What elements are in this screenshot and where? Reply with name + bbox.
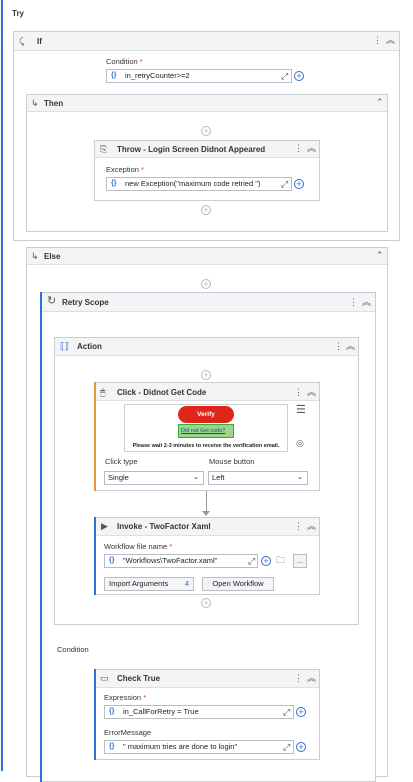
workflow-file-label: Workflow file name * <box>104 542 173 551</box>
expand-editor-icon[interactable]: ⤢ <box>248 556 255 566</box>
retry-scope-title: Retry Scope <box>62 298 109 307</box>
expression-field[interactable]: {} in_CallForRetry = True <box>104 705 294 719</box>
if-condition-label: Condition * <box>106 57 143 66</box>
then-label: Then <box>44 99 64 108</box>
click-type-select[interactable]: Single ⌄ <box>104 471 204 485</box>
collapse-icon[interactable]: ︽ <box>307 387 316 397</box>
add-variable-icon[interactable]: + <box>261 556 271 566</box>
expand-editor-icon[interactable]: ⤢ <box>283 742 290 752</box>
add-activity-icon[interactable]: + <box>201 370 211 380</box>
menu-icon[interactable]: ☰ <box>296 405 306 416</box>
check-true-guide <box>94 669 96 760</box>
retry-icon: ↻ <box>47 295 57 307</box>
invoke-title: Invoke - TwoFactor Xaml <box>117 522 211 531</box>
browse-more-button[interactable]: ... <box>293 554 307 568</box>
check-true-title: Check True <box>117 674 161 683</box>
error-message-label: ErrorMessage <box>104 728 152 737</box>
collapse-icon[interactable]: ︽ <box>346 341 355 351</box>
exception-label: Exception * <box>106 165 144 174</box>
throw-icon: ⎘ <box>100 144 108 154</box>
play-icon: ▶ <box>101 521 108 531</box>
more-options-icon[interactable]: ⋮ <box>294 143 303 153</box>
collapse-icon[interactable]: ︽ <box>386 35 395 45</box>
add-activity-icon[interactable]: + <box>201 126 211 136</box>
collapse-icon[interactable]: ︽ <box>362 297 371 307</box>
preview-caption: Please wait 2-3 minutes to receive the v… <box>132 443 280 449</box>
add-variable-icon[interactable]: + <box>296 707 306 717</box>
preview-link: Did not Get code? <box>181 428 226 434</box>
retry-scope-guide <box>40 292 42 782</box>
if-condition-field[interactable]: {} in_retryCounter>=2 <box>106 69 292 83</box>
try-guide-line <box>1 0 3 771</box>
more-options-icon[interactable]: ⋮ <box>373 35 382 45</box>
branch-arrow-icon: ↳ <box>31 251 39 261</box>
expand-editor-icon[interactable]: ⤢ <box>283 707 290 717</box>
target-icon[interactable]: ◎ <box>296 438 304 448</box>
add-variable-icon[interactable]: + <box>294 71 304 81</box>
add-variable-icon[interactable]: + <box>296 742 306 752</box>
mouse-click-icon: 🖱 <box>100 387 106 397</box>
more-options-icon[interactable]: ⋮ <box>349 297 358 307</box>
workflow-file-field[interactable]: {} "Workflows\TwoFactor.xaml" <box>104 554 258 568</box>
expression-icon: {} <box>111 180 117 187</box>
action-label: Action <box>77 342 102 351</box>
error-message-field[interactable]: {} " maximum tries are done to login" <box>104 740 294 754</box>
expression-icon: {} <box>109 708 115 715</box>
import-arguments-button[interactable]: Import Arguments 4 <box>104 577 194 591</box>
mouse-button-label: Mouse button <box>209 457 255 466</box>
branch-arrow-icon: ↳ <box>31 98 39 108</box>
more-options-icon[interactable]: ⋮ <box>294 387 303 397</box>
add-variable-icon[interactable]: + <box>294 179 304 189</box>
argument-count-badge: 4 <box>184 579 189 588</box>
chevron-up-icon[interactable]: ⌃ <box>376 97 384 107</box>
expression-icon: {} <box>109 743 115 750</box>
mouse-button-select[interactable]: Left ⌄ <box>208 471 308 485</box>
try-label: Try <box>12 9 25 18</box>
preview-verify-button: Verify <box>178 406 234 423</box>
flow-connector <box>206 491 207 513</box>
more-options-icon[interactable]: ⋮ <box>294 673 303 683</box>
folder-icon[interactable]: 🗀 <box>276 555 285 565</box>
more-options-icon[interactable]: ⋮ <box>294 521 303 531</box>
retry-condition-label: Condition <box>57 645 89 654</box>
invoke-guide <box>94 517 96 595</box>
arrow-down-icon <box>202 511 210 516</box>
else-label: Else <box>44 252 61 261</box>
add-activity-icon[interactable]: + <box>201 598 211 608</box>
check-box-icon: ▭ <box>100 673 109 683</box>
if-icon: ⤹ <box>19 36 25 46</box>
collapse-icon[interactable]: ︽ <box>307 521 316 531</box>
sequence-icon: ⟦⟧ <box>60 341 69 351</box>
collapse-icon[interactable]: ︽ <box>307 673 316 683</box>
open-workflow-button[interactable]: Open Workflow <box>202 577 274 591</box>
chevron-up-icon[interactable]: ⌃ <box>376 250 384 260</box>
click-type-label: Click type <box>105 457 138 466</box>
chevron-down-icon: ⌄ <box>193 474 199 481</box>
throw-title: Throw - Login Screen Didnot Appeared <box>117 145 266 154</box>
exception-field[interactable]: {} new Exception("maximum code retried ") <box>106 177 292 191</box>
expression-icon: {} <box>111 72 117 79</box>
chevron-down-icon: ⌄ <box>297 474 303 481</box>
expand-editor-icon[interactable]: ⤢ <box>281 71 288 81</box>
click-title: Click - Didnot Get Code <box>117 388 207 397</box>
click-guide <box>94 382 96 491</box>
add-activity-icon[interactable]: + <box>201 279 211 289</box>
add-activity-icon[interactable]: + <box>201 205 211 215</box>
more-options-icon[interactable]: ⋮ <box>334 341 343 351</box>
collapse-icon[interactable]: ︽ <box>307 143 316 153</box>
expand-editor-icon[interactable]: ⤢ <box>281 179 288 189</box>
if-title: If <box>37 37 42 46</box>
expression-label: Expression * <box>104 693 147 702</box>
expression-icon: {} <box>109 557 115 564</box>
